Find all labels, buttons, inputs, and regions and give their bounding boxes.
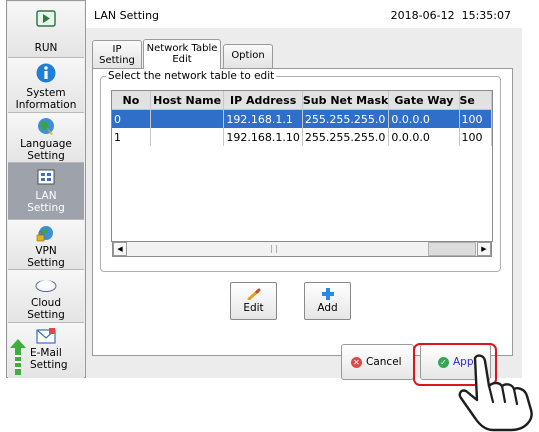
sidebar-item-label: E-Mail Setting bbox=[30, 347, 68, 371]
table-cell bbox=[150, 128, 225, 146]
scroll-thumb[interactable] bbox=[428, 242, 476, 256]
tab-panel: Select the network table to edit No Host… bbox=[92, 68, 513, 356]
scroll-right-arrow-icon[interactable]: ▶ bbox=[477, 242, 491, 256]
tab-label: Network Table Edit bbox=[146, 43, 218, 65]
table-cell: 100 bbox=[459, 128, 492, 146]
cancel-icon: ✕ bbox=[351, 357, 362, 368]
page-title: LAN Setting bbox=[94, 9, 160, 22]
sidebar-item-label: RUN bbox=[34, 42, 58, 54]
edit-label: Edit bbox=[243, 302, 264, 314]
tab-option[interactable]: Option bbox=[223, 44, 273, 68]
tab-label: IP Setting bbox=[99, 44, 135, 66]
column-header[interactable]: No bbox=[112, 91, 151, 110]
table-cell bbox=[150, 109, 225, 128]
tab-label: Option bbox=[231, 50, 265, 61]
table-cell: 0 bbox=[112, 109, 151, 128]
sidebar-item-cloud-setting[interactable]: Cloud Setting bbox=[8, 270, 84, 323]
tab-ip-setting[interactable]: IP Setting bbox=[92, 40, 142, 68]
cloud-icon bbox=[35, 280, 57, 292]
table-cell: 0.0.0.0 bbox=[388, 109, 460, 128]
plus-icon bbox=[321, 288, 334, 300]
sidebar-item-run[interactable]: RUN bbox=[8, 2, 84, 58]
add-label: Add bbox=[317, 302, 338, 314]
scroll-left-arrow-icon[interactable]: ◀ bbox=[113, 242, 127, 256]
add-button[interactable]: Add bbox=[304, 282, 351, 320]
lan-icon bbox=[37, 169, 55, 185]
group-label: Select the network table to edit bbox=[106, 70, 277, 82]
column-header[interactable]: Se bbox=[459, 91, 492, 110]
main-panel: IP Setting Network Table Edit Option Sel… bbox=[86, 28, 522, 380]
edit-button[interactable]: Edit bbox=[230, 282, 277, 320]
title-bar: LAN Setting 2018-06-12 15:35:07 bbox=[86, 0, 522, 29]
table-cell: 1 bbox=[112, 128, 151, 146]
sidebar-item-label: Cloud Setting bbox=[27, 297, 65, 321]
language-icon bbox=[38, 118, 54, 135]
vpn-icon bbox=[36, 226, 53, 242]
table-row[interactable]: 0 192.168.1.1 255.255.255.0 0.0.0.0 100 bbox=[112, 109, 492, 128]
network-table-group: Select the network table to edit No Host… bbox=[100, 70, 501, 272]
run-icon bbox=[36, 10, 56, 27]
sidebar-item-label: VPN Setting bbox=[27, 245, 65, 269]
cancel-label: Cancel bbox=[366, 356, 402, 368]
email-icon bbox=[36, 328, 56, 344]
sidebar-item-label: LAN Setting bbox=[27, 190, 65, 214]
column-header[interactable]: Sub Net Mask bbox=[302, 91, 390, 110]
tab-network-table-edit[interactable]: Network Table Edit bbox=[143, 39, 221, 69]
datetime-display: 2018-06-12 15:35:07 bbox=[390, 9, 511, 22]
network-table[interactable]: No Host Name IP Address Sub Net Mask Gat… bbox=[111, 90, 493, 242]
column-header[interactable]: Host Name bbox=[150, 91, 225, 110]
column-header[interactable]: Gate Way bbox=[388, 91, 460, 110]
network-table-grid: No Host Name IP Address Sub Net Mask Gat… bbox=[112, 91, 492, 146]
sidebar-item-label: System Information bbox=[15, 87, 77, 111]
table-cell: 100 bbox=[459, 109, 492, 128]
scroll-grip bbox=[271, 245, 277, 253]
table-cell: 255.255.255.0 bbox=[302, 109, 390, 128]
sidebar-item-vpn-setting[interactable]: VPN Setting bbox=[8, 220, 84, 270]
table-cell: 192.168.1.1 bbox=[223, 109, 303, 128]
sidebar-item-email-setting[interactable]: E-Mail Setting bbox=[8, 323, 84, 378]
table-cell: 0.0.0.0 bbox=[388, 128, 460, 146]
cancel-button[interactable]: ✕ Cancel bbox=[341, 344, 414, 380]
horizontal-scrollbar[interactable]: ◀ ▶ bbox=[112, 241, 492, 257]
info-icon bbox=[36, 63, 56, 83]
pencil-icon bbox=[247, 288, 260, 300]
sidebar-item-label: Language Setting bbox=[20, 138, 72, 162]
upload-arrow-icon bbox=[10, 339, 26, 375]
table-cell: 192.168.1.10 bbox=[223, 128, 303, 146]
column-header[interactable]: IP Address bbox=[223, 91, 303, 110]
sidebar-item-system-information[interactable]: System Information bbox=[8, 58, 84, 113]
table-row[interactable]: 1 192.168.1.10 255.255.255.0 0.0.0.0 100 bbox=[112, 128, 492, 146]
sidebar: RUN System Information Language Setting … bbox=[6, 0, 86, 378]
table-header-row: No Host Name IP Address Sub Net Mask Gat… bbox=[112, 91, 492, 110]
sidebar-item-language-setting[interactable]: Language Setting bbox=[8, 113, 84, 163]
hand-pointer-icon bbox=[458, 354, 533, 432]
sidebar-item-lan-setting[interactable]: LAN Setting bbox=[8, 163, 84, 220]
table-cell: 255.255.255.0 bbox=[302, 128, 390, 146]
